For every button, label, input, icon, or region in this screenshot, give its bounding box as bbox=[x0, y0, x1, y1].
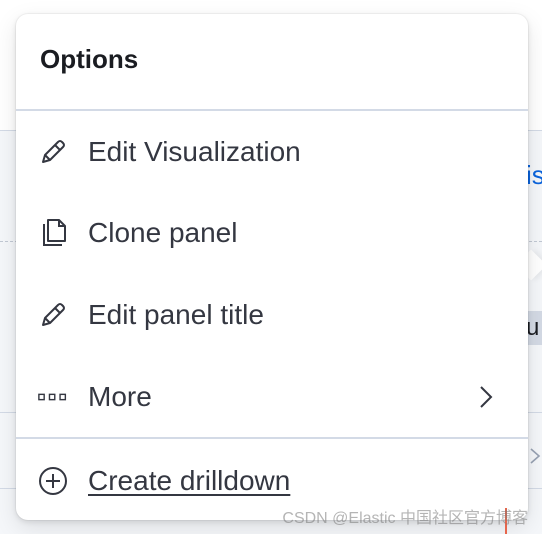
menu-item-label: Create drilldown bbox=[88, 465, 291, 496]
copy-icon bbox=[38, 218, 68, 248]
chevron-right-icon bbox=[474, 385, 498, 409]
menu-item-create-drilldown[interactable]: Create drilldown bbox=[16, 450, 528, 512]
background-link-fragment[interactable]: is bbox=[526, 160, 542, 191]
menu-item-label: Edit Visualization bbox=[88, 136, 301, 167]
footer-divider bbox=[16, 437, 528, 439]
watermark-text: CSDN @Elastic 中国社区官方博客 bbox=[282, 510, 528, 527]
menu-item-edit-panel-title[interactable]: Edit panel title bbox=[16, 284, 528, 346]
pencil-icon bbox=[38, 300, 68, 330]
boxes-horizontal-icon bbox=[38, 382, 68, 412]
menu-item-label: Clone panel bbox=[88, 217, 238, 248]
menu-item-more[interactable]: More bbox=[16, 366, 528, 428]
popover-title: Options bbox=[40, 44, 139, 74]
pencil-icon bbox=[38, 137, 68, 167]
menu-item-label: More bbox=[88, 381, 152, 412]
background-chevron-icon bbox=[528, 446, 542, 471]
menu-item-edit-visualization[interactable]: Edit Visualization bbox=[16, 121, 528, 183]
menu-item-clone-panel[interactable]: Clone panel bbox=[16, 202, 528, 264]
panel-options-popover: Options Edit Visualization Clone panel E… bbox=[16, 14, 528, 520]
title-divider bbox=[16, 109, 528, 111]
menu-item-label: Edit panel title bbox=[88, 299, 264, 330]
plus-in-circle-icon bbox=[38, 466, 68, 496]
